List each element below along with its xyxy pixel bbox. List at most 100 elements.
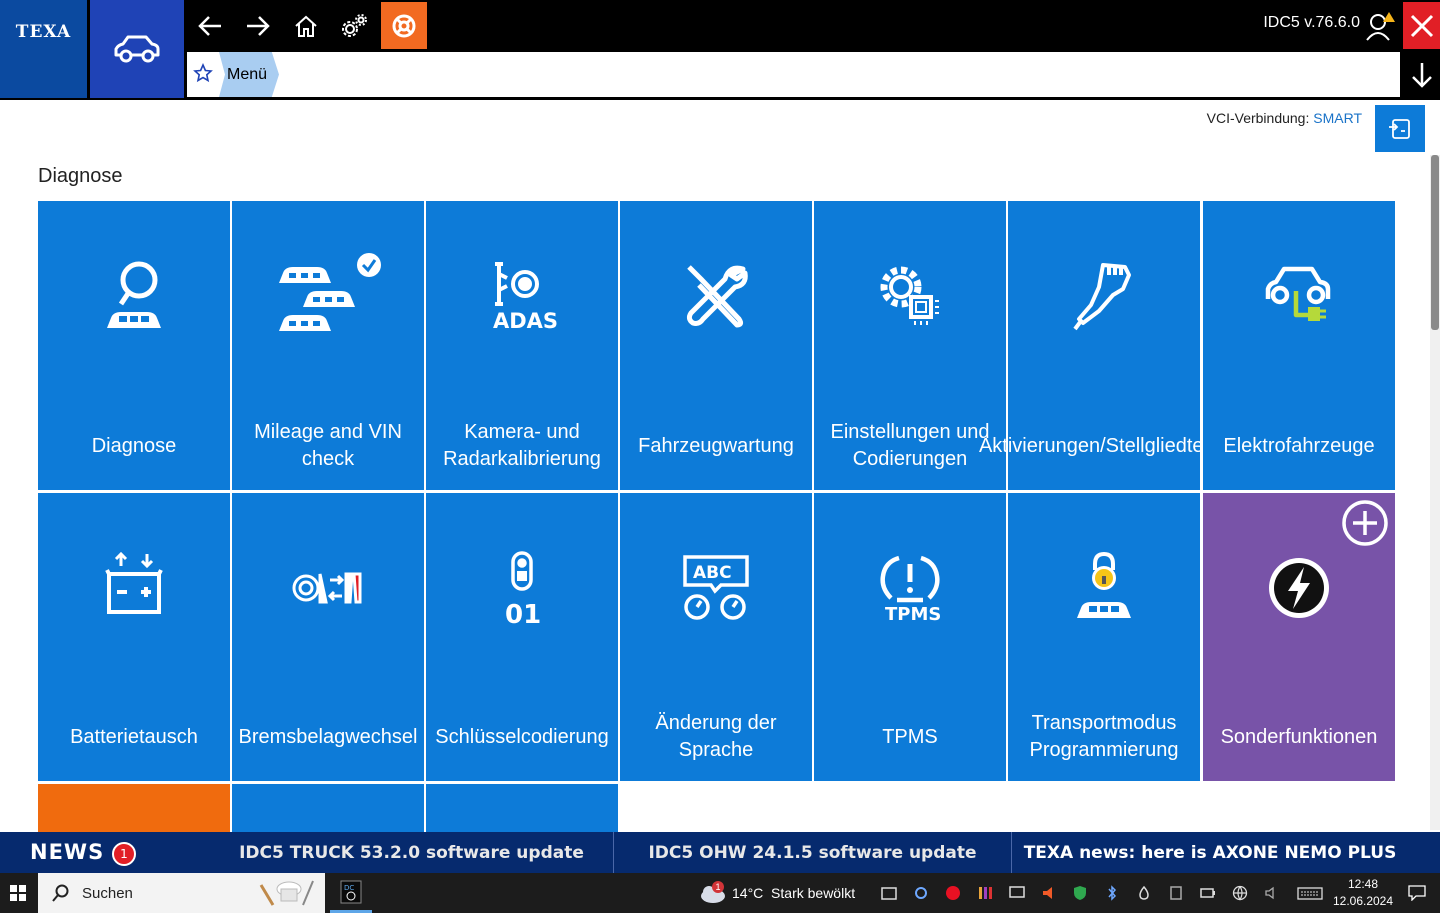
tpms-icon: TPMS (880, 555, 941, 625)
monitor-icon (1009, 886, 1025, 898)
tray-icon[interactable] (911, 883, 931, 903)
device-icon (1170, 886, 1182, 900)
weather-text: 14°C Stark bewölkt (732, 885, 856, 901)
texa-logo: TEXA (0, 0, 87, 98)
news-title[interactable]: NEWS (30, 840, 104, 864)
notification-button[interactable] (1404, 881, 1430, 905)
tile-key-coding[interactable]: 01 Schlüsselcodierung (426, 493, 618, 781)
arrow-right-icon (247, 16, 270, 36)
support-button[interactable] (381, 2, 427, 49)
tray-icon[interactable] (1166, 883, 1186, 903)
tile-electric-vehicles[interactable]: Elektrofahrzeuge (1203, 201, 1395, 490)
tile-label: Kamera- und Radarkalibrierung (443, 421, 601, 470)
winrar-icon (979, 887, 992, 899)
speaker-app-icon (1043, 887, 1052, 899)
windows-icon (10, 885, 26, 901)
vci-status: VCI-Verbindung: SMART (1140, 110, 1362, 126)
tray-icon[interactable] (975, 883, 995, 903)
tile-settings-coding[interactable]: Einstellungen und Codierungen (814, 201, 1006, 490)
top-bar: TEXA IDC5 v.76.6.0 Menü (0, 0, 1440, 100)
tray-icon[interactable] (1230, 883, 1250, 903)
vehicle-button[interactable] (90, 0, 184, 98)
tray-icon[interactable] (1296, 883, 1324, 903)
tile-label: Änderung der Sprache (655, 712, 777, 761)
tile-label: Aktivierungen/Stellgliedtests (978, 434, 1230, 457)
weather-widget[interactable]: 1 14°C Stark bewölkt (698, 873, 855, 913)
tile-mileage-vin[interactable]: Mileage and VIN check (232, 201, 424, 490)
tray-icon[interactable] (1007, 883, 1027, 903)
tray-icon[interactable] (943, 883, 963, 903)
clock-time: 12:48 (1347, 877, 1379, 891)
app-version: IDC5 v.76.6.0 (1263, 14, 1360, 31)
tray-icon[interactable] (1102, 883, 1122, 903)
user-button[interactable] (1360, 4, 1400, 48)
start-button[interactable] (0, 873, 36, 913)
clock-date: 12.06.2024 (1332, 894, 1394, 908)
forward-button[interactable] (236, 4, 280, 48)
tile-label: Bremsbelagwechsel (238, 725, 418, 748)
tile-activations[interactable]: Aktivierungen/Stellgliedtests (978, 201, 1230, 490)
close-button[interactable] (1403, 2, 1440, 49)
download-button[interactable] (1403, 52, 1440, 97)
tile-transport-mode[interactable]: Transportmodus Programmierung (1008, 493, 1200, 781)
tile-vehicle-maintenance[interactable]: Fahrzeugwartung (620, 201, 812, 490)
tile-label: Schlüsselcodierung (435, 725, 609, 748)
drive-icon (881, 887, 897, 900)
vci-label: VCI-Verbindung: (1206, 110, 1310, 126)
car-search-icon (107, 261, 161, 328)
taskbar-app-idc5[interactable]: DC (330, 873, 372, 913)
tile-language[interactable]: ABC Änderung der Sprache (620, 493, 812, 781)
tile-label: TPMS (882, 725, 938, 748)
sync-icon (915, 887, 927, 899)
page-title: Diagnose (38, 165, 123, 187)
tile-label: Elektrofahrzeuge (1223, 434, 1375, 457)
vci-connection-button[interactable] (1375, 105, 1425, 152)
tray-icon[interactable] (1198, 883, 1218, 903)
breadcrumb-item-menu[interactable]: Menü (219, 52, 279, 97)
news-item[interactable]: IDC5 TRUCK 53.2.0 software update (210, 832, 614, 873)
svg-text:DC: DC (344, 884, 354, 892)
user-icon (1366, 12, 1395, 41)
tile-label: Diagnose (91, 434, 177, 457)
news-item[interactable]: TEXA news: here is AXONE NEMO PLUS (1012, 832, 1408, 873)
idc5-app-icon: DC (340, 880, 362, 903)
weather-badge: 1 (712, 881, 724, 893)
notification-icon (1408, 885, 1426, 901)
taskbar-search[interactable]: Suchen (38, 873, 325, 913)
close-icon (1410, 14, 1433, 37)
tile-label: Mileage and VIN check (254, 421, 402, 470)
electric-car-icon (1265, 266, 1331, 321)
svg-text:01: 01 (505, 600, 541, 630)
tray-icon[interactable] (879, 883, 899, 903)
tray-icon[interactable] (1038, 883, 1058, 903)
tile-diagnose[interactable]: Diagnose (38, 201, 230, 490)
search-highlight-icon (259, 880, 314, 906)
tray-icon[interactable] (1070, 883, 1090, 903)
back-button[interactable] (188, 4, 232, 48)
tile-special-functions[interactable]: Sonderfunktionen (1203, 493, 1395, 781)
tile-partial[interactable] (232, 784, 424, 832)
battery-status-icon (1200, 888, 1215, 898)
tile-brake-pad[interactable]: Bremsbelagwechsel (232, 493, 424, 781)
star-icon[interactable] (193, 63, 213, 83)
tile-battery-replacement[interactable]: Batterietausch (38, 493, 230, 781)
home-button[interactable] (284, 4, 328, 48)
clock[interactable]: 12:48 12.06.2024 (1326, 876, 1400, 910)
tile-label: Fahrzeugwartung (638, 434, 794, 457)
settings-button[interactable] (332, 4, 376, 48)
tools-icon (686, 265, 748, 328)
tile-tpms[interactable]: TPMS TPMS (814, 493, 1006, 781)
scrollbar-thumb[interactable] (1431, 155, 1439, 330)
globe-icon (1232, 885, 1248, 901)
record-icon (946, 886, 960, 900)
tile-partial[interactable] (38, 784, 230, 832)
tile-adas-calibration[interactable]: ADAS Kamera- und Radarkalibrierung (426, 201, 618, 490)
tile-partial[interactable] (426, 784, 618, 832)
tray-icon[interactable] (1262, 883, 1282, 903)
cars-check-icon (279, 253, 381, 331)
tray-icon[interactable] (1134, 883, 1154, 903)
car-icon (114, 35, 160, 63)
news-item[interactable]: IDC5 OHW 24.1.5 software update (614, 832, 1012, 873)
news-bar: NEWS 1 IDC5 TRUCK 53.2.0 software update… (0, 832, 1440, 873)
key-icon: 01 (505, 551, 541, 630)
